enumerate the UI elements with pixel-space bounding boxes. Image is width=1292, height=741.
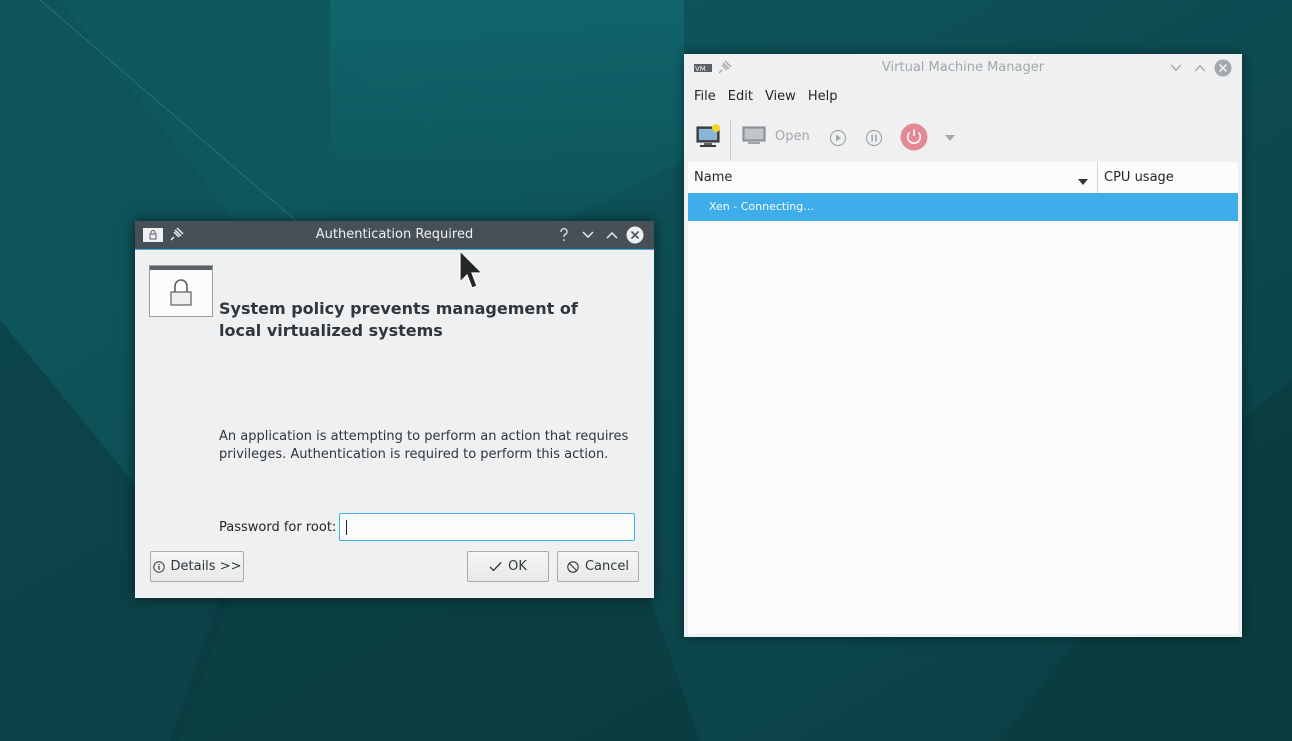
cancel-icon: [567, 560, 579, 573]
toolbar-separator: [730, 120, 731, 160]
mouse-cursor-icon: [459, 250, 484, 289]
ok-button[interactable]: OK: [467, 551, 549, 582]
column-name-header[interactable]: Name: [694, 170, 732, 185]
minimize-icon[interactable]: [580, 227, 596, 243]
column-cpu-header[interactable]: CPU usage: [1104, 170, 1174, 185]
play-icon: [829, 129, 847, 147]
vmm-menubar: File Edit View Help: [688, 88, 843, 106]
checkmark-icon: [489, 562, 502, 572]
pause-button[interactable]: [865, 129, 883, 147]
power-icon: [900, 123, 928, 151]
vmm-toolbar: Open: [694, 120, 1234, 160]
password-input[interactable]: [340, 514, 634, 540]
minimize-icon[interactable]: [1168, 60, 1184, 76]
vmm-titlebar[interactable]: VM Virtual Machine Manager: [684, 54, 1242, 82]
open-button[interactable]: Open: [742, 126, 810, 146]
password-field[interactable]: [339, 513, 635, 541]
close-icon[interactable]: [626, 226, 644, 244]
auth-window-title: Authentication Required: [315, 227, 474, 242]
maximize-icon[interactable]: [1192, 60, 1208, 76]
maximize-icon[interactable]: [604, 227, 620, 243]
new-vm-button[interactable]: [696, 123, 722, 149]
password-label: Password for root:: [219, 520, 337, 535]
shutdown-button[interactable]: [900, 123, 928, 151]
column-divider[interactable]: [1097, 162, 1098, 193]
vm-list[interactable]: Name CPU usage Xen - Connecting...: [688, 162, 1238, 634]
auth-titlebar[interactable]: Authentication Required: [135, 221, 654, 250]
monitor-icon: [742, 126, 766, 144]
table-row[interactable]: Xen - Connecting...: [688, 193, 1238, 221]
vm-list-header: Name CPU usage: [688, 162, 1238, 194]
cancel-button[interactable]: Cancel: [557, 551, 639, 582]
info-icon: [152, 560, 165, 573]
lock-window-icon: [149, 265, 213, 317]
open-label: Open: [775, 128, 810, 144]
close-icon[interactable]: [1214, 59, 1232, 77]
auth-dialog: Authentication Required System policy pr…: [135, 221, 654, 598]
run-button[interactable]: [829, 129, 847, 147]
details-button[interactable]: Details >>: [150, 551, 244, 582]
connection-label: Xen - Connecting...: [709, 200, 814, 213]
sort-arrow-icon[interactable]: [1078, 174, 1088, 189]
cancel-label: Cancel: [584, 559, 630, 574]
menu-file[interactable]: File: [688, 88, 722, 106]
vmm-window: VM Virtual Machine Manager File Edit Vie…: [684, 54, 1242, 637]
menu-help[interactable]: Help: [802, 88, 844, 106]
chevron-down-icon: [945, 135, 955, 141]
new-vm-icon: [696, 124, 720, 147]
auth-description: An application is attempting to perform …: [219, 429, 629, 462]
shutdown-menu-button[interactable]: [944, 134, 956, 142]
ok-label: OK: [508, 559, 527, 574]
help-icon[interactable]: [556, 227, 572, 243]
vmm-window-title: Virtual Machine Manager: [881, 60, 1045, 75]
menu-view[interactable]: View: [759, 88, 802, 106]
auth-heading: System policy prevents management of loc…: [219, 299, 578, 340]
details-label: Details >>: [170, 559, 242, 574]
menu-edit[interactable]: Edit: [722, 88, 759, 106]
pause-icon: [865, 129, 883, 147]
